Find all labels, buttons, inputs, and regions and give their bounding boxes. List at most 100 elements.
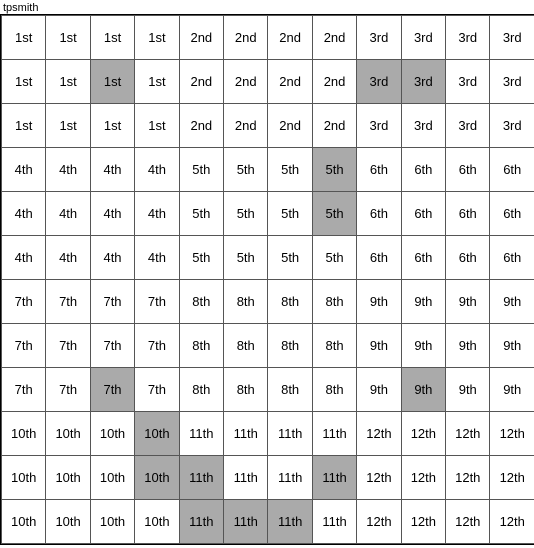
table-cell: 6th (357, 192, 401, 236)
table-cell: 9th (401, 324, 445, 368)
table-cell: 10th (90, 456, 134, 500)
table-cell: 9th (490, 280, 534, 324)
table-cell: 6th (446, 236, 490, 280)
table-cell: 3rd (490, 16, 534, 60)
table-cell: 12th (357, 412, 401, 456)
grid-container: 1st1st1st1st2nd2nd2nd2nd3rd3rd3rd3rd1st1… (0, 14, 534, 545)
app-title: tpsmith (0, 1, 41, 15)
table-row: 4th4th4th4th5th5th5th5th6th6th6th6th (2, 192, 534, 236)
table-cell: 8th (268, 368, 312, 412)
table-cell: 11th (268, 456, 312, 500)
table-cell: 9th (357, 324, 401, 368)
table-cell: 3rd (401, 104, 445, 148)
table-cell: 5th (224, 236, 268, 280)
table-row: 1st1st1st1st2nd2nd2nd2nd3rd3rd3rd3rd (2, 104, 534, 148)
table-cell: 10th (135, 412, 179, 456)
table-cell: 8th (179, 368, 223, 412)
table-cell: 11th (312, 500, 356, 544)
table-cell: 11th (179, 412, 223, 456)
table-cell: 7th (46, 368, 90, 412)
table-cell: 8th (179, 280, 223, 324)
table-cell: 12th (446, 500, 490, 544)
table-cell: 9th (401, 368, 445, 412)
table-cell: 12th (490, 456, 534, 500)
table-cell: 10th (46, 412, 90, 456)
table-cell: 2nd (312, 16, 356, 60)
table-cell: 3rd (446, 60, 490, 104)
table-cell: 6th (401, 236, 445, 280)
table-cell: 12th (357, 500, 401, 544)
table-cell: 11th (224, 412, 268, 456)
table-row: 4th4th4th4th5th5th5th5th6th6th6th6th (2, 236, 534, 280)
table-cell: 8th (268, 324, 312, 368)
table-cell: 9th (490, 368, 534, 412)
table-cell: 5th (268, 148, 312, 192)
table-cell: 1st (135, 16, 179, 60)
table-cell: 3rd (446, 16, 490, 60)
table-cell: 12th (401, 456, 445, 500)
table-cell: 5th (179, 192, 223, 236)
table-cell: 2nd (268, 104, 312, 148)
table-row: 4th4th4th4th5th5th5th5th6th6th6th6th (2, 148, 534, 192)
table-cell: 5th (312, 148, 356, 192)
table-row: 7th7th7th7th8th8th8th8th9th9th9th9th (2, 368, 534, 412)
table-row: 10th10th10th10th11th11th11th11th12th12th… (2, 500, 534, 544)
table-cell: 12th (401, 500, 445, 544)
table-cell: 6th (490, 148, 534, 192)
table-cell: 11th (268, 412, 312, 456)
table-cell: 4th (90, 192, 134, 236)
table-cell: 10th (135, 500, 179, 544)
table-cell: 4th (46, 148, 90, 192)
table-cell: 4th (135, 148, 179, 192)
table-cell: 5th (179, 236, 223, 280)
table-cell: 7th (90, 368, 134, 412)
table-cell: 3rd (490, 60, 534, 104)
table-row: 7th7th7th7th8th8th8th8th9th9th9th9th (2, 280, 534, 324)
table-cell: 10th (2, 412, 46, 456)
table-cell: 11th (224, 456, 268, 500)
table-cell: 10th (135, 456, 179, 500)
table-cell: 2nd (268, 16, 312, 60)
table-cell: 3rd (357, 60, 401, 104)
table-cell: 6th (446, 148, 490, 192)
table-cell: 3rd (357, 104, 401, 148)
table-cell: 11th (179, 500, 223, 544)
table-cell: 9th (446, 324, 490, 368)
table-cell: 5th (179, 148, 223, 192)
table-row: 7th7th7th7th8th8th8th8th9th9th9th9th (2, 324, 534, 368)
table-cell: 2nd (312, 104, 356, 148)
table-cell: 3rd (446, 104, 490, 148)
table-cell: 1st (90, 16, 134, 60)
table-cell: 8th (179, 324, 223, 368)
table-cell: 8th (312, 280, 356, 324)
table-cell: 5th (312, 192, 356, 236)
table-cell: 9th (446, 280, 490, 324)
table-cell: 6th (490, 236, 534, 280)
table-cell: 6th (401, 148, 445, 192)
table-cell: 3rd (401, 16, 445, 60)
table-cell: 1st (46, 104, 90, 148)
table-cell: 1st (135, 60, 179, 104)
table-row: 1st1st1st1st2nd2nd2nd2nd3rd3rd3rd3rd (2, 60, 534, 104)
table-cell: 1st (46, 60, 90, 104)
table-cell: 12th (490, 412, 534, 456)
table-cell: 2nd (312, 60, 356, 104)
table-cell: 1st (90, 60, 134, 104)
table-cell: 1st (90, 104, 134, 148)
table-cell: 7th (2, 368, 46, 412)
table-cell: 8th (224, 324, 268, 368)
table-cell: 11th (224, 500, 268, 544)
table-cell: 2nd (224, 16, 268, 60)
table-cell: 1st (2, 60, 46, 104)
table-row: 10th10th10th10th11th11th11th11th12th12th… (2, 412, 534, 456)
table-cell: 2nd (224, 104, 268, 148)
table-cell: 5th (268, 236, 312, 280)
table-cell: 9th (357, 368, 401, 412)
table-cell: 10th (90, 412, 134, 456)
table-cell: 9th (357, 280, 401, 324)
table-cell: 11th (179, 456, 223, 500)
table-cell: 7th (135, 368, 179, 412)
table-cell: 10th (2, 500, 46, 544)
table-cell: 1st (46, 16, 90, 60)
table-cell: 4th (46, 236, 90, 280)
